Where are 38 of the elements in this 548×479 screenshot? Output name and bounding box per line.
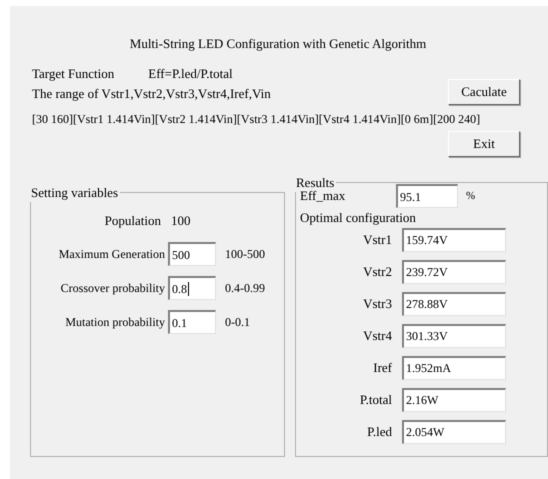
group-title: Setting variables [30, 184, 120, 202]
target-function-label: Target Function [32, 64, 114, 83]
dialog-button[interactable]: Exit [448, 130, 520, 156]
input-field[interactable]: 0.1 [168, 310, 216, 334]
input-field[interactable]: 239.72V [402, 260, 506, 284]
input-field[interactable]: 278.88V [402, 292, 506, 316]
eff-max-label: Eff_max [300, 188, 346, 206]
field-label: Mutation probability [64, 314, 165, 331]
group-title: Results [295, 174, 336, 190]
field-label: Vstr4 [362, 326, 392, 345]
range-values: [30 160][Vstr1 1.414Vin][Vstr2 1.414Vin][Vstr3 1.414Vin][Vstr4 1.414Vin][0 6m][200 240] [32, 112, 480, 126]
input-field[interactable]: 2.054W [402, 420, 506, 444]
input-field[interactable]: 95.1 [396, 184, 458, 208]
range-hint: 100-500 [225, 246, 265, 263]
field-label: P.led [366, 422, 392, 441]
input-field[interactable]: 500 [168, 242, 216, 266]
field-label: Vstr1 [362, 230, 392, 249]
input-field[interactable]: 159.74V [402, 228, 506, 252]
window-title: Multi-String LED Configuration with Genetic Algorithm [130, 35, 426, 53]
dialog-button[interactable]: Caculate [448, 79, 520, 105]
target-function-formula: Eff=P.led/P.total [148, 64, 233, 82]
field-label: Vstr3 [362, 294, 392, 313]
input-field[interactable]: 1.952mA [402, 356, 506, 380]
input-field[interactable]: 301.33V [402, 324, 506, 348]
optimal-configuration-label: Optimal configuration [300, 209, 417, 227]
range-hint: 0.4-0.99 [225, 280, 265, 297]
field-label: Maximum Generation [58, 246, 165, 263]
unit-label: % [466, 188, 476, 204]
field-label: Vstr2 [362, 262, 392, 281]
field-label: Crossover probability [60, 280, 165, 297]
range-hint: 0-0.1 [225, 314, 250, 331]
population-value: 100 [171, 212, 190, 230]
input-field[interactable]: 2.16W [402, 388, 506, 412]
input-field[interactable]: 0.8 [168, 276, 216, 300]
field-label: P.total [358, 390, 392, 409]
range-label: The range of Vstr1,Vstr2,Vstr3,Vstr4,Iref,Vin [32, 84, 271, 103]
field-label: Population [104, 212, 161, 230]
field-label: Iref [372, 358, 392, 377]
